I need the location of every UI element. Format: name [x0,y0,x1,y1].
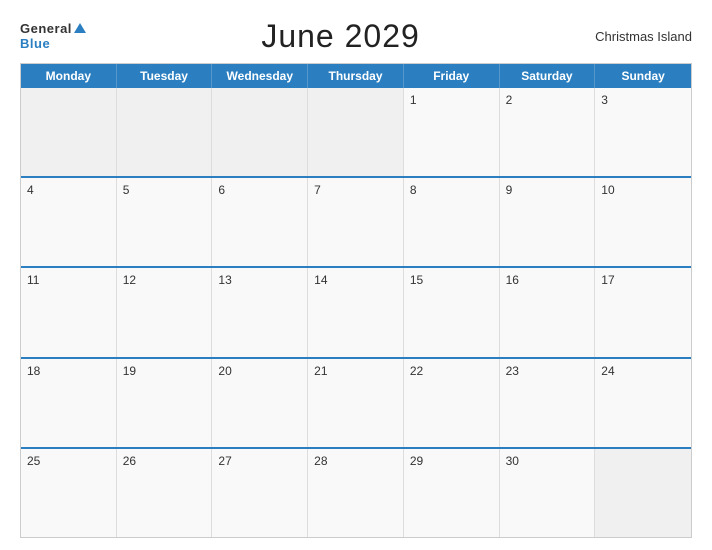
calendar: Monday Tuesday Wednesday Thursday Friday… [20,63,692,538]
cell-w3-sat: 16 [500,268,596,356]
col-tuesday: Tuesday [117,64,213,88]
cell-w2-thu: 7 [308,178,404,266]
cell-w5-tue: 26 [117,449,213,537]
cell-w5-fri: 29 [404,449,500,537]
cell-w2-tue: 5 [117,178,213,266]
cell-w5-sat: 30 [500,449,596,537]
cell-w5-wed: 27 [212,449,308,537]
cell-w5-mon: 25 [21,449,117,537]
logo-blue-text: Blue [20,37,86,51]
week-5: 25 26 27 28 29 30 [21,447,691,537]
col-monday: Monday [21,64,117,88]
cell-w1-sun: 3 [595,88,691,176]
week-3: 11 12 13 14 15 16 17 [21,266,691,356]
page: General Blue June 2029 Christmas Island … [0,0,712,550]
calendar-title: June 2029 [261,18,419,55]
cell-w3-thu: 14 [308,268,404,356]
col-friday: Friday [404,64,500,88]
cell-w4-thu: 21 [308,359,404,447]
cell-w1-tue [117,88,213,176]
cell-w3-mon: 11 [21,268,117,356]
cell-w4-mon: 18 [21,359,117,447]
logo: General Blue [20,22,86,51]
cell-w1-mon [21,88,117,176]
cell-w1-sat: 2 [500,88,596,176]
header: General Blue June 2029 Christmas Island [20,18,692,55]
cell-w5-sun [595,449,691,537]
cell-w2-fri: 8 [404,178,500,266]
logo-general-text: General [20,22,86,36]
cell-w4-tue: 19 [117,359,213,447]
cell-w4-wed: 20 [212,359,308,447]
cell-w2-wed: 6 [212,178,308,266]
location-label: Christmas Island [595,29,692,44]
cell-w4-sun: 24 [595,359,691,447]
calendar-header: Monday Tuesday Wednesday Thursday Friday… [21,64,691,88]
calendar-body: 1 2 3 4 5 6 7 8 9 10 11 12 13 14 15 16 [21,88,691,537]
cell-w4-sat: 23 [500,359,596,447]
cell-w3-tue: 12 [117,268,213,356]
cell-w2-sat: 9 [500,178,596,266]
week-2: 4 5 6 7 8 9 10 [21,176,691,266]
cell-w3-fri: 15 [404,268,500,356]
logo-triangle-icon [74,23,86,33]
week-1: 1 2 3 [21,88,691,176]
week-4: 18 19 20 21 22 23 24 [21,357,691,447]
cell-w3-sun: 17 [595,268,691,356]
cell-w2-mon: 4 [21,178,117,266]
cell-w2-sun: 10 [595,178,691,266]
col-sunday: Sunday [595,64,691,88]
cell-w1-fri: 1 [404,88,500,176]
col-wednesday: Wednesday [212,64,308,88]
cell-w1-wed [212,88,308,176]
col-saturday: Saturday [500,64,596,88]
cell-w4-fri: 22 [404,359,500,447]
cell-w5-thu: 28 [308,449,404,537]
cell-w1-thu [308,88,404,176]
cell-w3-wed: 13 [212,268,308,356]
col-thursday: Thursday [308,64,404,88]
